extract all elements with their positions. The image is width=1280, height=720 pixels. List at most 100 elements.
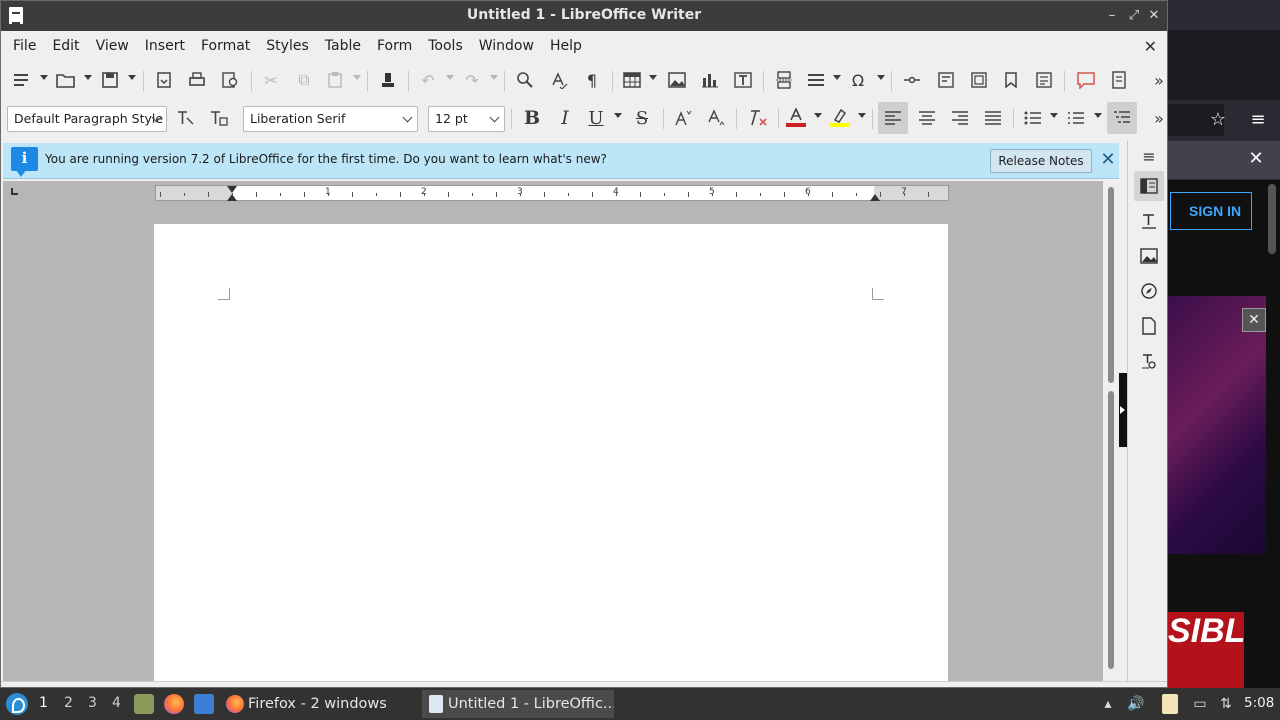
formatting-marks-icon[interactable]: ¶ (580, 68, 604, 92)
tray-arrow-icon[interactable]: ▴ (1098, 694, 1118, 714)
ordered-list-dropdown-arrow[interactable] (1094, 113, 1102, 118)
workspace-1[interactable]: 1 (39, 695, 48, 711)
spelling-icon[interactable] (547, 68, 571, 92)
video-thumbnail-title[interactable]: SIBLY TUN (1168, 612, 1244, 688)
update-style-icon[interactable] (174, 106, 198, 130)
clone-formatting-icon[interactable] (376, 68, 400, 92)
insert-page-break-icon[interactable] (772, 68, 796, 92)
field-dropdown-arrow[interactable] (833, 75, 841, 80)
open-folder-icon[interactable] (54, 68, 78, 92)
display-icon[interactable]: ▭ (1190, 694, 1210, 714)
track-changes-icon[interactable] (1107, 68, 1131, 92)
gallery-deck-icon[interactable] (1134, 241, 1164, 271)
hamburger-menu-icon[interactable]: ≡ (1246, 108, 1270, 132)
workspace-4[interactable]: 4 (112, 695, 121, 711)
navigator-deck-icon[interactable] (1134, 276, 1164, 306)
sidebar-menu-icon[interactable]: ≡ (1134, 141, 1164, 171)
superscript-icon[interactable] (671, 106, 695, 130)
maximize-button[interactable]: ⤢ (1125, 7, 1143, 25)
release-notes-button[interactable]: Release Notes (990, 149, 1092, 173)
open-dropdown-arrow[interactable] (84, 75, 92, 80)
thumbnail-close-icon[interactable]: ✕ (1242, 308, 1266, 332)
menu-table[interactable]: Table (317, 31, 369, 61)
first-line-indent-marker[interactable] (227, 186, 237, 193)
insert-table-icon[interactable] (620, 68, 644, 92)
clear-formatting-icon[interactable] (746, 106, 770, 130)
document-page[interactable] (154, 224, 948, 681)
desktop-icon[interactable] (194, 694, 214, 714)
vertical-scrollbar[interactable] (1105, 181, 1119, 681)
infobar-close-button[interactable]: ✕ (1097, 149, 1119, 171)
menu-format[interactable]: Format (193, 31, 258, 61)
close-document-button[interactable]: ✕ (1144, 37, 1157, 56)
firefox-notification-close-icon[interactable]: ✕ (1242, 145, 1270, 173)
save-dropdown-arrow[interactable] (128, 75, 136, 80)
workspace-3[interactable]: 3 (88, 695, 97, 711)
undo-dropdown-arrow[interactable] (446, 75, 454, 80)
align-center-icon[interactable] (915, 106, 939, 130)
minimize-button[interactable]: – (1103, 7, 1121, 25)
font-size-combo[interactable]: 12 pt (428, 106, 505, 132)
properties-deck-icon[interactable] (1134, 171, 1164, 201)
print-preview-icon[interactable] (218, 68, 242, 92)
copy-icon[interactable]: ⧉ (292, 68, 316, 92)
menu-view[interactable]: View (88, 31, 137, 61)
export-pdf-icon[interactable] (152, 68, 176, 92)
redo-icon[interactable]: ↷ (460, 68, 484, 92)
scrollbar-thumb[interactable] (1108, 391, 1114, 669)
insert-cross-reference-icon[interactable] (1032, 68, 1056, 92)
unordered-list-dropdown-arrow[interactable] (1050, 113, 1058, 118)
new-document-icon[interactable] (10, 68, 34, 92)
right-indent-marker[interactable] (870, 194, 880, 201)
font-color-icon[interactable] (784, 106, 808, 130)
notes-icon[interactable] (1162, 694, 1178, 714)
underline-dropdown-arrow[interactable] (614, 113, 622, 118)
insert-image-icon[interactable] (665, 68, 689, 92)
bookmark-star-icon[interactable]: ☆ (1206, 108, 1230, 132)
network-icon[interactable]: ⇅ (1216, 694, 1236, 714)
document-area[interactable]: 1 2 3 4 5 6 7 (3, 181, 1103, 681)
paragraph-style-combo[interactable]: Default Paragraph Style (7, 106, 167, 132)
horizontal-ruler[interactable]: 1 2 3 4 5 6 7 (155, 185, 949, 201)
subscript-icon[interactable] (704, 106, 728, 130)
file-manager-icon[interactable] (134, 694, 154, 714)
scrollbar-track-upper[interactable] (1108, 187, 1114, 383)
tab-stop-type-icon[interactable] (11, 188, 18, 195)
close-window-button[interactable]: ✕ (1145, 7, 1163, 25)
menu-styles[interactable]: Styles (258, 31, 316, 61)
bold-icon[interactable]: B (520, 106, 544, 130)
page-deck-icon[interactable] (1134, 311, 1164, 341)
font-color-dropdown-arrow[interactable] (814, 113, 822, 118)
justify-icon[interactable] (981, 106, 1005, 130)
new-style-icon[interactable] (207, 106, 231, 130)
special-character-dropdown-arrow[interactable] (877, 75, 885, 80)
firefox-scrollbar[interactable] (1268, 184, 1276, 254)
menu-insert[interactable]: Insert (137, 31, 193, 61)
sign-in-button[interactable]: SIGN IN (1170, 192, 1252, 230)
paste-dropdown-arrow[interactable] (353, 75, 361, 80)
insert-footnote-icon[interactable] (934, 68, 958, 92)
insert-hyperlink-icon[interactable] (900, 68, 924, 92)
italic-icon[interactable]: I (553, 106, 577, 130)
start-menu-icon[interactable] (6, 693, 28, 715)
align-right-icon[interactable] (948, 106, 972, 130)
insert-chart-icon[interactable] (698, 68, 722, 92)
insert-bookmark-icon[interactable] (999, 68, 1023, 92)
menu-window[interactable]: Window (471, 31, 542, 61)
insert-text-box-icon[interactable] (731, 68, 755, 92)
insert-endnote-icon[interactable] (967, 68, 991, 92)
highlight-dropdown-arrow[interactable] (858, 113, 866, 118)
workspace-2[interactable]: 2 (64, 695, 73, 711)
style-inspector-deck-icon[interactable] (1134, 346, 1164, 376)
redo-dropdown-arrow[interactable] (490, 75, 498, 80)
firefox-launcher-icon[interactable] (164, 694, 184, 714)
highlight-color-icon[interactable] (828, 106, 852, 130)
video-thumbnail[interactable] (1168, 296, 1266, 554)
paste-icon[interactable] (323, 68, 347, 92)
align-left-icon[interactable] (878, 102, 908, 134)
new-dropdown-arrow[interactable] (40, 75, 48, 80)
save-icon[interactable] (98, 68, 122, 92)
taskbar-writer[interactable]: Untitled 1 - LibreOffic... (422, 690, 614, 718)
table-dropdown-arrow[interactable] (649, 75, 657, 80)
undo-icon[interactable]: ↶ (416, 68, 440, 92)
